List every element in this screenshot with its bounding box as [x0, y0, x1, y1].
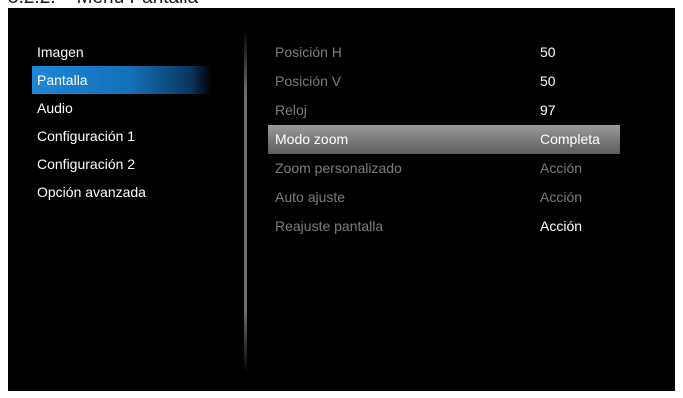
setting-value: 50	[540, 44, 556, 60]
menu-item-imagen[interactable]: Imagen	[32, 38, 212, 66]
setting-label: Reajuste pantalla	[275, 218, 384, 234]
setting-row-reajuste-pantalla[interactable]: Reajuste pantalla Acción	[268, 212, 620, 241]
setting-value: Acción	[540, 160, 583, 176]
menu-divider	[244, 30, 247, 373]
setting-label: Auto ajuste	[275, 189, 346, 205]
setting-value: Acción	[540, 218, 583, 234]
setting-row-zoom-personalizado[interactable]: Zoom personalizado Acción	[268, 154, 620, 183]
setting-value: 97	[540, 102, 556, 118]
setting-row-modo-zoom[interactable]: Modo zoom Completa	[268, 125, 620, 154]
menu-item-pantalla[interactable]: Pantalla	[32, 66, 212, 94]
setting-label: Posición H	[275, 44, 342, 60]
osd-menu-panel: Imagen Pantalla Audio Configuración 1 Co…	[8, 8, 675, 391]
setting-label: Reloj	[275, 102, 307, 118]
settings-list: Posición H 50 Posición V 50 Reloj 97 Mod…	[268, 38, 620, 241]
setting-row-posicion-v[interactable]: Posición V 50	[268, 67, 620, 96]
setting-label: Posición V	[275, 73, 342, 89]
setting-label: Zoom personalizado	[275, 160, 402, 176]
setting-row-reloj[interactable]: Reloj 97	[268, 96, 620, 125]
setting-label: Modo zoom	[275, 131, 349, 147]
setting-value: Completa	[540, 131, 600, 147]
setting-row-auto-ajuste[interactable]: Auto ajuste Acción	[268, 183, 620, 212]
setting-value: Acción	[540, 189, 583, 205]
menu-item-configuracion-1[interactable]: Configuración 1	[32, 122, 212, 150]
menu-item-audio[interactable]: Audio	[32, 94, 212, 122]
menu-item-opcion-avanzada[interactable]: Opción avanzada	[32, 178, 212, 206]
setting-value: 50	[540, 73, 556, 89]
menu-item-configuracion-2[interactable]: Configuración 2	[32, 150, 212, 178]
setting-row-posicion-h[interactable]: Posición H 50	[268, 38, 620, 67]
main-menu: Imagen Pantalla Audio Configuración 1 Co…	[32, 38, 212, 206]
